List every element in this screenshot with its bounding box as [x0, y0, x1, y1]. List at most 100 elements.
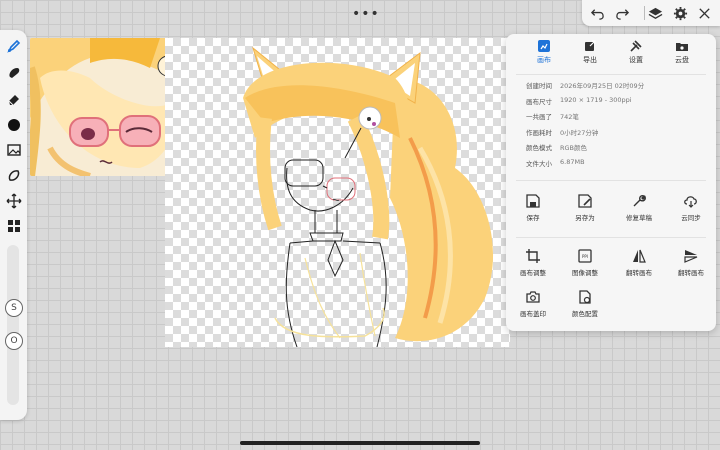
- brush-tool[interactable]: [4, 36, 23, 55]
- tab-settings[interactable]: 设置: [616, 40, 656, 65]
- panel-divider: [516, 180, 706, 181]
- info-value: RGB颜色: [560, 144, 588, 152]
- redo-button[interactable]: [613, 4, 631, 22]
- layers-tool[interactable]: [4, 216, 23, 235]
- canvas-settings-panel: 画布 导出 设置 云盘 创建时间 2026年09月25日 02时09分 画布尺寸 1…: [506, 34, 716, 331]
- artwork: [243, 46, 494, 347]
- camera-icon: [526, 291, 540, 303]
- transform-tool[interactable]: [4, 191, 23, 210]
- eraser-icon: [8, 94, 19, 105]
- info-value: 0小时27分钟: [560, 128, 599, 137]
- flip-vertical-button[interactable]: 翻转画布: [671, 249, 711, 277]
- save-as-icon: [578, 194, 592, 208]
- grid-icon: [7, 219, 20, 232]
- layers-icon: [648, 7, 662, 19]
- flip-vertical-icon: [684, 250, 698, 263]
- image-icon: [6, 143, 21, 156]
- export-icon: [585, 40, 596, 51]
- info-key: 颜色模式: [526, 144, 552, 152]
- color-dot-icon: [7, 118, 20, 131]
- window-more-dots[interactable]: •••: [352, 6, 380, 22]
- crop-icon: [526, 249, 540, 263]
- info-row: 作画耗时 0小时27分钟: [526, 127, 706, 143]
- canvas-stamp-button[interactable]: 画布盖印: [513, 290, 553, 318]
- canvas-adjust-label: 画布调整: [520, 269, 546, 277]
- reference-image: [30, 38, 178, 176]
- cloud-sync-icon: [684, 196, 697, 208]
- lasso-icon: [8, 169, 19, 181]
- save-icon: [526, 194, 540, 208]
- smudge-icon: [8, 67, 19, 78]
- save-label: 保存: [526, 214, 540, 222]
- color-config-label: 颜色配置: [572, 310, 598, 318]
- close-button[interactable]: [695, 4, 713, 22]
- info-key: 文件大小: [526, 159, 552, 168]
- brush-size-slider[interactable]: [7, 245, 19, 405]
- lasso-tool[interactable]: [4, 166, 23, 185]
- canvas-icon: [538, 40, 550, 52]
- info-key: 创建时间: [526, 82, 552, 90]
- size-badge: S: [5, 299, 23, 317]
- save-button[interactable]: 保存: [513, 194, 553, 222]
- info-key: 一共画了: [526, 113, 552, 121]
- smudge-tool[interactable]: [4, 63, 23, 82]
- tab-export[interactable]: 导出: [570, 40, 610, 65]
- cloud-folder-icon: [676, 43, 688, 51]
- move-icon: [6, 193, 21, 208]
- undo-button[interactable]: [588, 4, 606, 22]
- image-tool[interactable]: [4, 140, 23, 159]
- info-value: 1920 × 1719 - 300ppi: [560, 95, 632, 104]
- cloud-sync-button[interactable]: 云同步: [671, 194, 711, 222]
- settings-icon: [630, 40, 642, 52]
- color-picker[interactable]: [4, 115, 23, 134]
- info-row: 创建时间 2026年09月25日 02时09分: [526, 80, 706, 96]
- brush-icon: [6, 39, 20, 53]
- repair-draft-label: 修复草稿: [626, 214, 652, 222]
- cloud-sync-label: 云同步: [681, 214, 701, 222]
- info-row: 文件大小 6.87MB: [526, 158, 706, 174]
- wrench-icon: [633, 195, 646, 207]
- opacity-badge: O: [5, 332, 23, 350]
- tab-settings-label: 设置: [629, 56, 643, 64]
- canvas-info-list: 创建时间 2026年09月25日 02时09分 画布尺寸 1920 × 1719 -…: [526, 80, 706, 173]
- top-toolbar: [582, 0, 720, 26]
- save-as-button[interactable]: 另存为: [565, 194, 605, 222]
- color-config-button[interactable]: 颜色配置: [565, 290, 605, 318]
- info-value: 742笔: [560, 113, 579, 121]
- panel-tabs: 画布 导出 设置 云盘: [506, 34, 716, 70]
- flip-horizontal-label: 翻转画布: [626, 269, 652, 277]
- canvas-stamp-label: 画布盖印: [520, 310, 546, 318]
- tab-cloud[interactable]: 云盘: [662, 40, 702, 65]
- redo-icon: [615, 8, 629, 20]
- ppi-badge: PPI: [582, 254, 588, 259]
- layers-button[interactable]: [646, 4, 664, 22]
- tab-canvas-label: 画布: [537, 56, 551, 64]
- info-key: 画布尺寸: [526, 97, 552, 106]
- undo-icon: [590, 8, 604, 20]
- tool-rail: S O: [0, 30, 27, 420]
- info-row: 一共画了 742笔: [526, 111, 706, 127]
- color-config-icon: [579, 290, 591, 304]
- repair-draft-button[interactable]: 修复草稿: [619, 194, 659, 222]
- info-value: 6.87MB: [560, 157, 585, 166]
- canvas-adjust-button[interactable]: 画布调整: [513, 249, 553, 277]
- drawing-canvas[interactable]: [165, 38, 510, 347]
- eraser-tool[interactable]: [4, 89, 23, 108]
- flip-vertical-label: 翻转画布: [678, 269, 704, 277]
- close-icon: [698, 7, 710, 19]
- image-adjust-label: 图像调整: [572, 269, 598, 277]
- save-as-label: 另存为: [575, 214, 595, 222]
- settings-button[interactable]: [671, 4, 689, 22]
- flip-horizontal-button[interactable]: 翻转画布: [619, 249, 659, 277]
- toolbar-divider: [644, 6, 645, 20]
- info-value: 2026年09月25日 02时09分: [560, 82, 645, 90]
- tab-cloud-label: 云盘: [675, 56, 689, 64]
- image-adjust-button[interactable]: PPI 图像调整: [565, 249, 605, 277]
- tab-canvas[interactable]: 画布: [524, 40, 564, 65]
- panel-divider: [516, 237, 706, 238]
- info-row: 颜色模式 RGB颜色: [526, 142, 706, 158]
- image-adjust-icon: PPI: [578, 249, 592, 263]
- reference-thumbnail[interactable]: [30, 38, 178, 176]
- home-indicator[interactable]: [240, 441, 480, 445]
- panel-divider: [516, 74, 706, 75]
